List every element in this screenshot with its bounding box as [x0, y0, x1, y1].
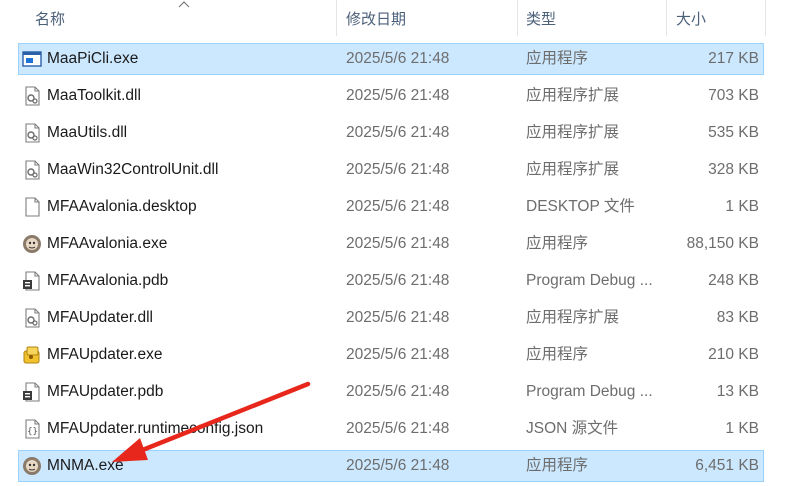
file-date-modified: 2025/5/6 21:48 — [346, 50, 450, 67]
file-row[interactable]: MFAAvalonia.pdb 2025/5/6 21:48 Program Deb… — [18, 265, 764, 297]
file-date-modified: 2025/5/6 21:48 — [346, 198, 450, 215]
file-size: 248 KB — [708, 272, 759, 289]
file-row[interactable]: MNMA.exe 2025/5/6 21:48 应用程序 6,451 KB — [18, 450, 764, 482]
file-size: 6,451 KB — [695, 457, 759, 474]
file-size: 1 KB — [725, 420, 759, 437]
file-size: 83 KB — [716, 309, 759, 326]
file-date-modified: 2025/5/6 21:48 — [346, 235, 450, 252]
file-name: MaaPiCli.exe — [47, 50, 139, 67]
file-size: 703 KB — [708, 87, 759, 104]
svg-text:{}: {} — [27, 427, 38, 437]
file-row[interactable]: MFAUpdater.exe 2025/5/6 21:48 应用程序 210 KB — [18, 339, 764, 371]
file-name: MFAUpdater.exe — [47, 346, 163, 363]
sort-ascending-icon — [178, 1, 190, 8]
dll-file-icon — [25, 308, 40, 328]
column-header-type-label: 类型 — [526, 11, 557, 28]
file-date-modified: 2025/5/6 21:48 — [346, 457, 450, 474]
file-date-modified: 2025/5/6 21:48 — [346, 272, 450, 289]
column-header-size[interactable]: 大小 — [667, 0, 766, 36]
file-name: MFAAvalonia.exe — [47, 235, 168, 252]
file-row[interactable]: MFAUpdater.dll 2025/5/6 21:48 应用程序扩展 83 KB — [18, 302, 764, 334]
file-size: 328 KB — [708, 161, 759, 178]
file-type: Program Debug ... — [526, 383, 653, 400]
app-avatar-icon — [23, 457, 41, 475]
file-type: 应用程序 — [526, 50, 589, 67]
file-date-modified: 2025/5/6 21:48 — [346, 346, 450, 363]
file-type: 应用程序 — [526, 346, 589, 363]
file-type: 应用程序扩展 — [526, 87, 620, 104]
file-name: MFAAvalonia.desktop — [47, 198, 197, 215]
updater-app-icon — [23, 346, 40, 364]
file-row[interactable]: {} MFAUpdater.runtimeconfig.json 2025/5/6 … — [18, 413, 764, 445]
column-header-date-label: 修改日期 — [346, 11, 407, 28]
file-name: MFAUpdater.dll — [47, 309, 153, 326]
file-date-modified: 2025/5/6 21:48 — [346, 420, 450, 437]
file-row[interactable]: MaaToolkit.dll 2025/5/6 21:48 应用程序扩展 703 KB — [18, 80, 764, 112]
file-size: 535 KB — [708, 124, 759, 141]
file-name: MFAUpdater.runtimeconfig.json — [47, 420, 264, 437]
file-type: 应用程序扩展 — [526, 309, 620, 326]
file-size: 1 KB — [725, 198, 759, 215]
file-row[interactable]: MFAAvalonia.desktop 2025/5/6 21:48 DESKTOP… — [18, 191, 764, 223]
file-size: 88,150 KB — [686, 235, 759, 252]
file-date-modified: 2025/5/6 21:48 — [346, 87, 450, 104]
file-name: MaaWin32ControlUnit.dll — [47, 161, 219, 178]
file-date-modified: 2025/5/6 21:48 — [346, 124, 450, 141]
file-row[interactable]: MFAAvalonia.exe 2025/5/6 21:48 应用程序 88,150 … — [18, 228, 764, 260]
file-date-modified: 2025/5/6 21:48 — [346, 309, 450, 326]
app-avatar-icon — [23, 235, 41, 253]
file-size: 13 KB — [716, 383, 759, 400]
column-header-name[interactable]: 名称 — [0, 0, 337, 36]
file-name: MaaUtils.dll — [47, 124, 128, 141]
file-date-modified: 2025/5/6 21:48 — [346, 383, 450, 400]
dll-file-icon — [25, 86, 40, 106]
blank-file-icon — [25, 197, 40, 217]
file-type: 应用程序 — [526, 235, 589, 252]
file-name: MNMA.exe — [47, 457, 124, 474]
dll-file-icon — [25, 160, 40, 180]
file-type: JSON 源文件 — [526, 420, 619, 437]
file-type: 应用程序扩展 — [526, 124, 620, 141]
file-type: Program Debug ... — [526, 272, 653, 289]
file-name: MaaToolkit.dll — [47, 87, 141, 104]
pdb-file-icon — [23, 382, 40, 402]
file-row[interactable]: MaaUtils.dll 2025/5/6 21:48 应用程序扩展 535 KB — [18, 117, 764, 149]
file-size: 210 KB — [708, 346, 759, 363]
column-header-name-label: 名称 — [35, 11, 66, 28]
file-type: DESKTOP 文件 — [526, 198, 635, 215]
file-row[interactable]: MFAUpdater.pdb 2025/5/6 21:48 Program Debu… — [18, 376, 764, 408]
file-name: MFAAvalonia.pdb — [47, 272, 169, 289]
file-date-modified: 2025/5/6 21:48 — [346, 161, 450, 178]
file-name: MFAUpdater.pdb — [47, 383, 164, 400]
column-header-size-label: 大小 — [676, 11, 707, 28]
file-size: 217 KB — [708, 50, 759, 67]
pdb-file-icon — [23, 271, 40, 291]
file-row[interactable]: MaaWin32ControlUnit.dll 2025/5/6 21:48 应用程… — [18, 154, 764, 186]
file-row[interactable]: MaaPiCli.exe 2025/5/6 21:48 应用程序 217 KB — [18, 43, 764, 75]
console-app-icon — [22, 51, 42, 67]
file-type: 应用程序 — [526, 457, 589, 474]
json-file-icon: {} — [25, 419, 40, 439]
column-header-bar: 名称 修改日期 类型 大小 — [0, 0, 788, 36]
file-type: 应用程序扩展 — [526, 161, 620, 178]
column-header-type[interactable]: 类型 — [518, 0, 667, 36]
column-header-date[interactable]: 修改日期 — [337, 0, 518, 36]
dll-file-icon — [25, 123, 40, 143]
